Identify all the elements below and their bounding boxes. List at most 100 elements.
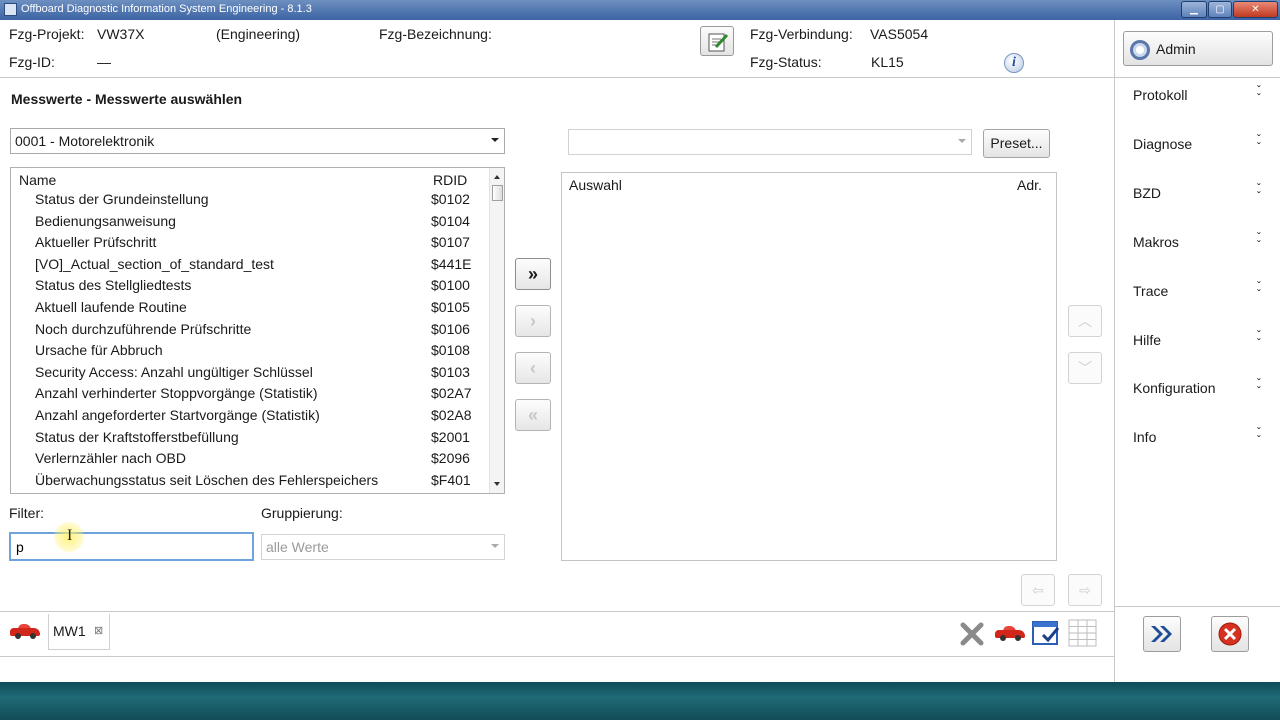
grouping-select[interactable]: alle Werte xyxy=(261,534,505,560)
preset-button[interactable]: Preset... xyxy=(983,129,1050,158)
row-name: Status des Stellgliedtests xyxy=(35,277,192,294)
main-window: Fzg-Projekt: VW37X (Engineering) Fzg-Bez… xyxy=(0,20,1280,682)
tab-mw1[interactable]: MW1 ⊠ xyxy=(48,614,110,650)
row-name: Verlernzähler nach OBD xyxy=(35,450,186,467)
filter-input[interactable] xyxy=(9,532,254,561)
measurement-panel: Messwerte - Messwerte auswählen 0001 - M… xyxy=(0,79,1114,611)
move-up-button[interactable]: ︿ xyxy=(1068,305,1102,337)
vehicle-connect-icon[interactable] xyxy=(995,626,1025,641)
selection-list[interactable]: Auswahl Adr. xyxy=(561,172,1057,561)
sidebar-item-label: Protokoll xyxy=(1133,87,1188,103)
list-scrollbar[interactable] xyxy=(489,168,504,493)
move-down-button[interactable]: ﹀ xyxy=(1068,352,1102,384)
column-header-name[interactable]: Name xyxy=(19,172,56,188)
column-header-rdid[interactable]: RDID xyxy=(433,172,467,188)
add-all-button[interactable]: » xyxy=(515,258,551,290)
preset-select[interactable] xyxy=(568,129,972,155)
table-row[interactable]: Anzahl angeforderter Startvorgänge (Stat… xyxy=(11,406,489,428)
delete-icon[interactable] xyxy=(958,620,986,648)
app-icon xyxy=(4,3,17,16)
continue-button[interactable] xyxy=(1143,616,1181,652)
chevron-down-icon xyxy=(491,544,499,548)
remove-button[interactable]: ‹ xyxy=(515,352,551,384)
ecu-select[interactable]: 0001 - Motorelektronik xyxy=(10,128,505,154)
scroll-down-icon[interactable] xyxy=(494,482,500,486)
sidebar-item-konfiguration[interactable]: Konfiguration ˇ ˇ xyxy=(1115,377,1280,401)
sidebar-item-bzd[interactable]: BZD ˇ ˇ xyxy=(1115,182,1280,206)
sidebar-item-label: Trace xyxy=(1133,282,1169,299)
grid-icon[interactable] xyxy=(1068,619,1098,647)
row-name: Überwachungsstatus seit Löschen des Fehl… xyxy=(35,471,379,488)
grouping-select-value: alle Werte xyxy=(266,539,329,555)
sidebar-item-info[interactable]: Info ˇ ˇ xyxy=(1115,426,1280,450)
row-rdid: $02A7 xyxy=(431,385,472,402)
row-rdid: $0106 xyxy=(431,320,470,337)
sidebar-item-hilfe[interactable]: Hilfe ˇ ˇ xyxy=(1115,329,1280,353)
table-row[interactable]: Noch durchzuführende Prüfschritte $0106 xyxy=(11,320,489,342)
row-name: Bedienungsanweisung xyxy=(35,212,176,229)
table-row[interactable]: Überwachungsstatus seit Löschen des Fehl… xyxy=(11,471,489,493)
right-sidebar: Admin Protokoll ˇ ˇ Diagnose ˇ ˇ BZD ˇ ˇ Makros ˇ ˇ… xyxy=(1114,20,1280,682)
table-row[interactable]: Aktueller Prüfschritt $0107 xyxy=(11,233,489,255)
table-row[interactable]: Aktuell laufende Routine $0105 xyxy=(11,298,489,320)
row-rdid: $2001 xyxy=(431,428,470,445)
maximize-button[interactable]: ▢ xyxy=(1208,1,1232,18)
tab-label: MW1 xyxy=(53,623,86,639)
row-name: Ursache für Abbruch xyxy=(35,342,163,359)
sidebar-actions xyxy=(1115,606,1280,682)
status-value: KL15 xyxy=(871,54,904,70)
table-row[interactable]: Status des Stellgliedtests $0100 xyxy=(11,276,489,298)
project-value: VW37X xyxy=(97,26,145,42)
sidebar-item-diagnose[interactable]: Diagnose ˇ ˇ xyxy=(1115,133,1280,157)
sidebar-item-makros[interactable]: Makros ˇ ˇ xyxy=(1115,231,1280,255)
row-name: Aktuell laufende Routine xyxy=(35,299,187,315)
admin-button[interactable]: Admin xyxy=(1123,31,1273,66)
table-row[interactable]: Anzahl verhinderter Stoppvorgänge (Stati… xyxy=(11,384,489,406)
table-row[interactable]: Verlernzähler nach OBD $2096 xyxy=(11,449,489,471)
measurement-list[interactable]: Name RDID Status der Grundeinstellung $01… xyxy=(10,167,505,494)
column-header-address[interactable]: Adr. xyxy=(1017,177,1042,193)
chevron-down-icon: ˇˇ xyxy=(1257,280,1261,300)
table-row[interactable]: Ursache für Abbruch $0108 xyxy=(11,341,489,363)
connection-value: VAS5054 xyxy=(870,26,929,42)
row-rdid: $0100 xyxy=(431,277,470,294)
row-rdid: $0105 xyxy=(431,299,470,315)
remove-all-button[interactable]: « xyxy=(515,399,551,431)
table-row[interactable]: [VO]_Actual_section_of_standard_test $441… xyxy=(11,255,489,277)
checklist-icon[interactable] xyxy=(1031,618,1061,648)
row-rdid: $441E xyxy=(431,255,472,272)
minimize-button[interactable]: ▁ xyxy=(1181,1,1207,18)
project-mode: (Engineering) xyxy=(216,26,301,42)
sidebar-item-protokoll[interactable]: Protokoll ˇ ˇ xyxy=(1115,84,1280,108)
chevron-down-icon: ˇˇ xyxy=(1257,133,1261,153)
row-name: Security Access: Anzahl ungültiger Schlü… xyxy=(35,363,313,380)
close-window-button[interactable]: ✕ xyxy=(1233,1,1278,18)
notepad-icon[interactable] xyxy=(700,26,734,56)
filter-label: Filter: xyxy=(9,505,44,521)
export-button[interactable]: ⇨ xyxy=(1068,574,1102,606)
close-tab-icon[interactable]: ⊠ xyxy=(94,624,103,637)
sidebar-item-trace[interactable]: Trace ˇ ˇ xyxy=(1115,280,1280,304)
vehicle-icon[interactable] xyxy=(10,624,40,639)
scroll-thumb[interactable] xyxy=(492,185,503,201)
gear-icon xyxy=(1130,40,1150,60)
row-rdid: $2096 xyxy=(431,450,470,467)
column-header-selection[interactable]: Auswahl xyxy=(569,177,622,193)
chevron-down-icon: ˇˇ xyxy=(1257,85,1261,104)
table-row[interactable]: Bedienungsanweisung $0104 xyxy=(11,212,489,234)
info-icon[interactable]: i xyxy=(1004,53,1024,73)
import-button[interactable]: ⇦ xyxy=(1021,574,1055,606)
row-rdid: $0104 xyxy=(431,212,470,229)
connection-label: Fzg-Verbindung: xyxy=(750,26,853,42)
add-button[interactable]: › xyxy=(515,305,551,337)
sidebar-divider xyxy=(1115,77,1280,78)
row-name: [VO]_Actual_section_of_standard_test xyxy=(35,255,274,272)
table-row[interactable]: Status der Grundeinstellung $0102 xyxy=(11,190,489,212)
project-label: Fzg-Projekt: xyxy=(9,26,85,42)
cancel-button[interactable] xyxy=(1211,616,1249,652)
table-row[interactable]: Security Access: Anzahl ungültiger Schlü… xyxy=(11,363,489,385)
chevron-down-icon xyxy=(491,138,499,142)
sidebar-item-label: Makros xyxy=(1133,233,1179,250)
table-row[interactable]: Status der Kraftstofferstbefüllung $2001 xyxy=(11,428,489,450)
scroll-up-icon[interactable] xyxy=(494,175,500,179)
